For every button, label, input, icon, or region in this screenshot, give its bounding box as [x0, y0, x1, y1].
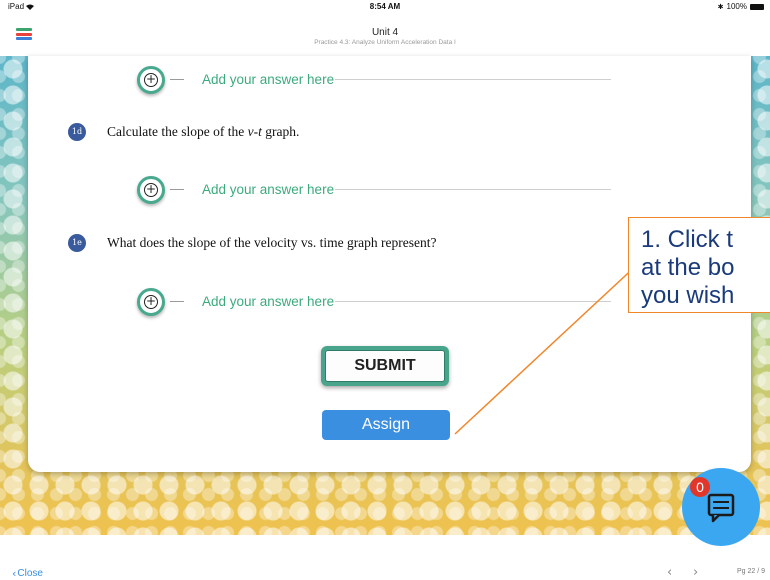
submit-button[interactable]: SUBMIT: [321, 346, 449, 386]
callout-line: you wish: [641, 282, 735, 309]
question-1d: 1d Calculate the slope of the v-t graph.: [68, 123, 628, 143]
chevron-right-icon[interactable]: ›: [693, 565, 698, 580]
app-header: Unit 4 Practice 4.3: Analyze Uniform Acc…: [0, 12, 770, 56]
divider: [170, 79, 184, 80]
assign-button[interactable]: Assign: [322, 410, 450, 440]
callout-line: 1. Click t: [641, 226, 734, 253]
callout-line: at the bo: [641, 254, 735, 281]
add-answer-button[interactable]: +: [137, 176, 165, 204]
chevron-left-icon[interactable]: ‹: [667, 565, 672, 580]
page-subtitle: Practice 4.3: Analyze Uniform Accelerati…: [314, 39, 456, 46]
answer-row-1e[interactable]: + Add your answer here: [137, 288, 611, 316]
question-1e: 1e What does the slope of the velocity v…: [68, 234, 628, 254]
question-text: What does the slope of the velocity vs. …: [107, 235, 437, 250]
close-label: Close: [17, 568, 43, 579]
page-title: Unit 4: [371, 27, 399, 38]
bluetooth-icon: ✱: [717, 2, 724, 11]
add-answer-button[interactable]: +: [137, 66, 165, 94]
close-link[interactable]: ‹ Close: [12, 567, 43, 580]
divider: [170, 189, 184, 190]
chat-button[interactable]: 0: [682, 468, 760, 546]
add-circle-icon: +: [144, 294, 158, 309]
add-answer-button[interactable]: +: [137, 288, 165, 316]
status-bar: iPad 8:54 AM ✱ 100%: [0, 0, 770, 12]
battery-icon: [750, 3, 764, 10]
answer-placeholder[interactable]: Add your answer here: [202, 182, 334, 197]
divider: [335, 301, 611, 302]
battery-percent: 100%: [726, 2, 747, 11]
add-circle-icon: +: [144, 182, 158, 197]
add-circle-icon: +: [144, 72, 158, 87]
submit-label: SUBMIT: [325, 350, 445, 382]
question-badge: 1e: [68, 234, 86, 252]
chevron-left-icon: ‹: [12, 567, 17, 580]
answer-placeholder[interactable]: Add your answer here: [202, 294, 334, 309]
divider: [170, 301, 184, 302]
page-indicator: Pg 22 / 9: [737, 568, 766, 575]
question-badge: 1d: [68, 123, 86, 141]
divider: [335, 79, 611, 80]
notification-badge: 0: [690, 477, 710, 497]
bottom-bar: ‹ Close ‹ › Pg 22 / 9: [0, 563, 770, 580]
answer-placeholder[interactable]: Add your answer here: [202, 72, 334, 87]
answer-row-1d[interactable]: + Add your answer here: [137, 176, 611, 204]
question-text: Calculate the slope of the v-t graph.: [107, 124, 300, 139]
status-time: 8:54 AM: [369, 2, 401, 11]
battery-status: ✱ 100%: [718, 2, 764, 11]
answer-row-1c[interactable]: + Add your answer here: [137, 66, 611, 94]
divider: [335, 189, 611, 190]
tutorial-callout: 1. Click t at the bo you wish: [628, 217, 770, 313]
